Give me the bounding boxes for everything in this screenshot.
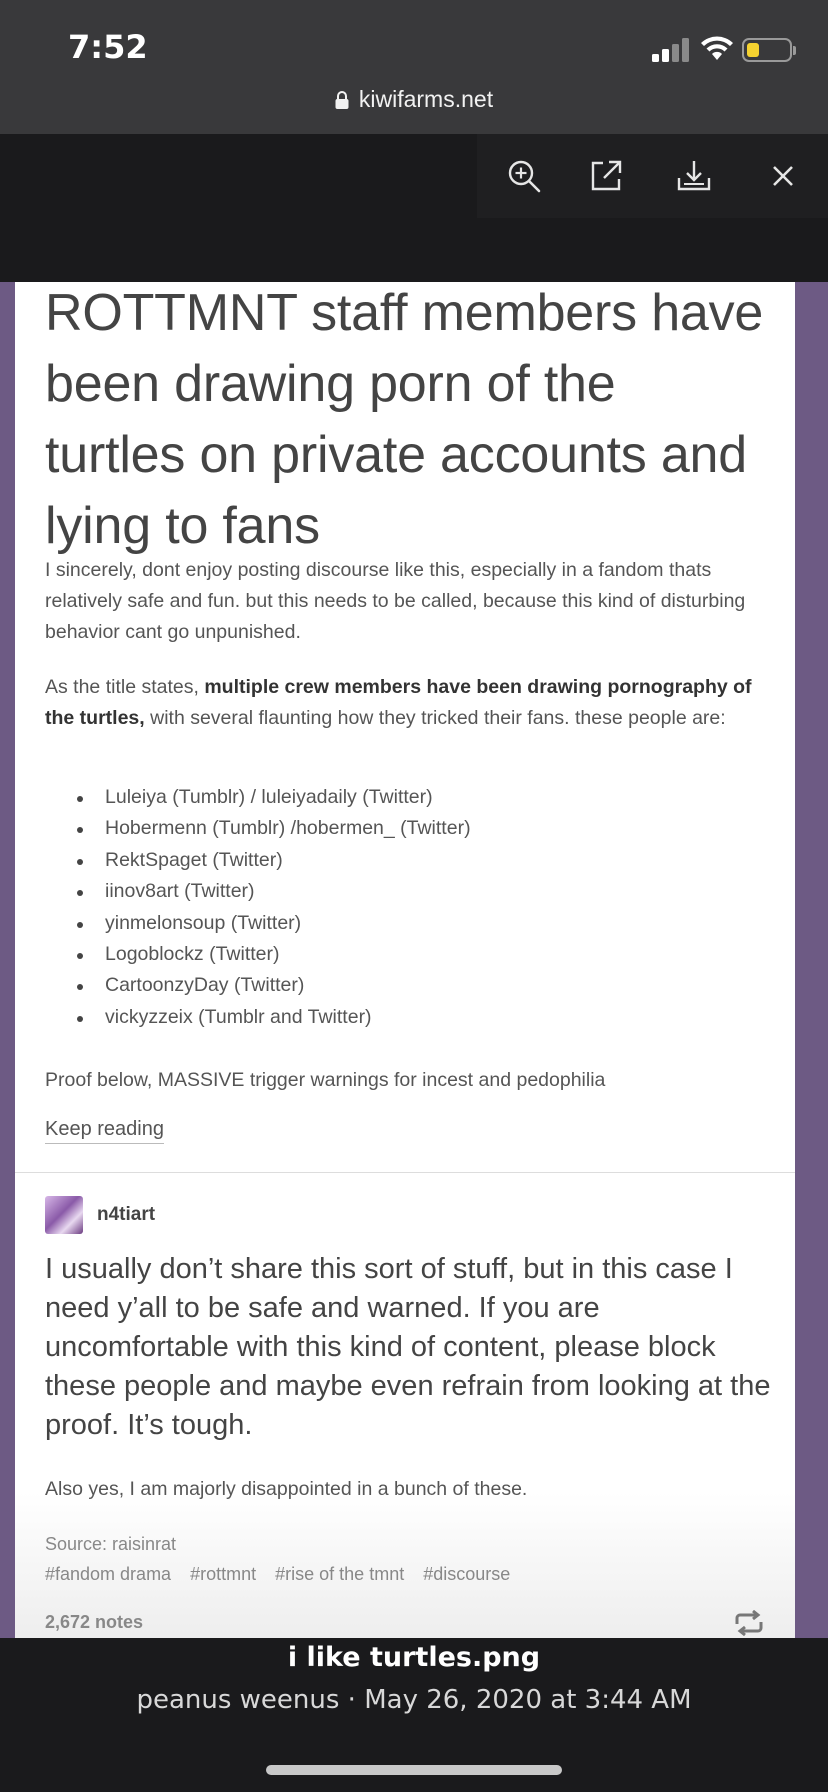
list-item: CartoonzyDay (Twitter) [45,970,745,1001]
tag[interactable]: #rise of the tmnt [275,1564,404,1584]
divider [15,1172,795,1173]
download-button[interactable] [672,154,716,198]
notes-count[interactable]: 2,672 notes [45,1612,143,1633]
list-item: vickyzzeix (Tumblr and Twitter) [45,1002,745,1033]
list-item: yinmelonsoup (Twitter) [45,908,745,939]
post-tags: #fandom drama #rottmnt #rise of the tmnt… [45,1564,524,1585]
list-item: Hobermenn (Tumblr) /hobermen_ (Twitter) [45,813,745,844]
states-prefix: As the title states, [45,676,205,698]
lock-icon [335,91,349,109]
home-indicator[interactable] [266,1765,562,1775]
image-filename: i like turtles.png [287,1642,541,1673]
open-external-icon [591,160,622,191]
list-item: RektSpaget (Twitter) [45,845,745,876]
post-title: ROTTMNT staff members have been drawing … [45,284,764,555]
post-states: As the title states, multiple crew membe… [45,672,770,734]
wifi-icon [701,36,733,60]
url-text: kiwifarms.net [358,86,494,112]
keep-reading-link[interactable]: Keep reading [45,1118,164,1144]
open-external-button[interactable] [584,154,628,198]
proof-note: Proof below, MASSIVE trigger warnings fo… [45,1069,606,1091]
address-bar[interactable]: kiwifarms.net [0,86,828,113]
list-item: Luleiya (Tumblr) / luleiyadaily (Twitter… [45,782,745,813]
cellular-signal-icon [652,38,689,62]
zoom-in-icon [508,160,541,193]
list-item: Logoblockz (Twitter) [45,939,745,970]
download-icon [677,161,711,191]
close-icon [773,166,793,186]
post-source[interactable]: Source: raisinrat [45,1534,176,1555]
status-time: 7:52 [68,28,148,66]
post-intro: I sincerely, dont enjoy posting discours… [45,559,746,643]
accused-users-list: Luleiya (Tumblr) / luleiyadaily (Twitter… [45,782,745,1033]
zoom-in-button[interactable] [502,154,546,198]
battery-icon [742,38,796,62]
viewer-toolbar [477,134,828,218]
image-meta: peanus weenus · May 26, 2020 at 3:44 AM [136,1685,692,1715]
reblogger-name[interactable]: n4tiart [97,1204,155,1226]
screenshot-image: ROTTMNT staff members have been drawing … [0,282,828,1638]
avatar[interactable] [45,1196,83,1234]
tumblr-post-card: ROTTMNT staff members have been drawing … [15,282,795,1638]
states-suffix: with several flaunting how they tricked … [144,707,726,729]
reblog-comment: I usually don’t share this sort of stuff… [45,1253,771,1441]
reblog-icon[interactable] [733,1610,765,1636]
top-bar: 7:52 kiwifarms.net [0,0,828,134]
close-button[interactable] [761,154,805,198]
reblog-comment-small: Also yes, I am majorly disappointed in a… [45,1478,528,1500]
tag[interactable]: #discourse [423,1564,510,1584]
list-item: iinov8art (Twitter) [45,876,745,907]
tag[interactable]: #fandom drama [45,1564,171,1584]
tag[interactable]: #rottmnt [190,1564,256,1584]
